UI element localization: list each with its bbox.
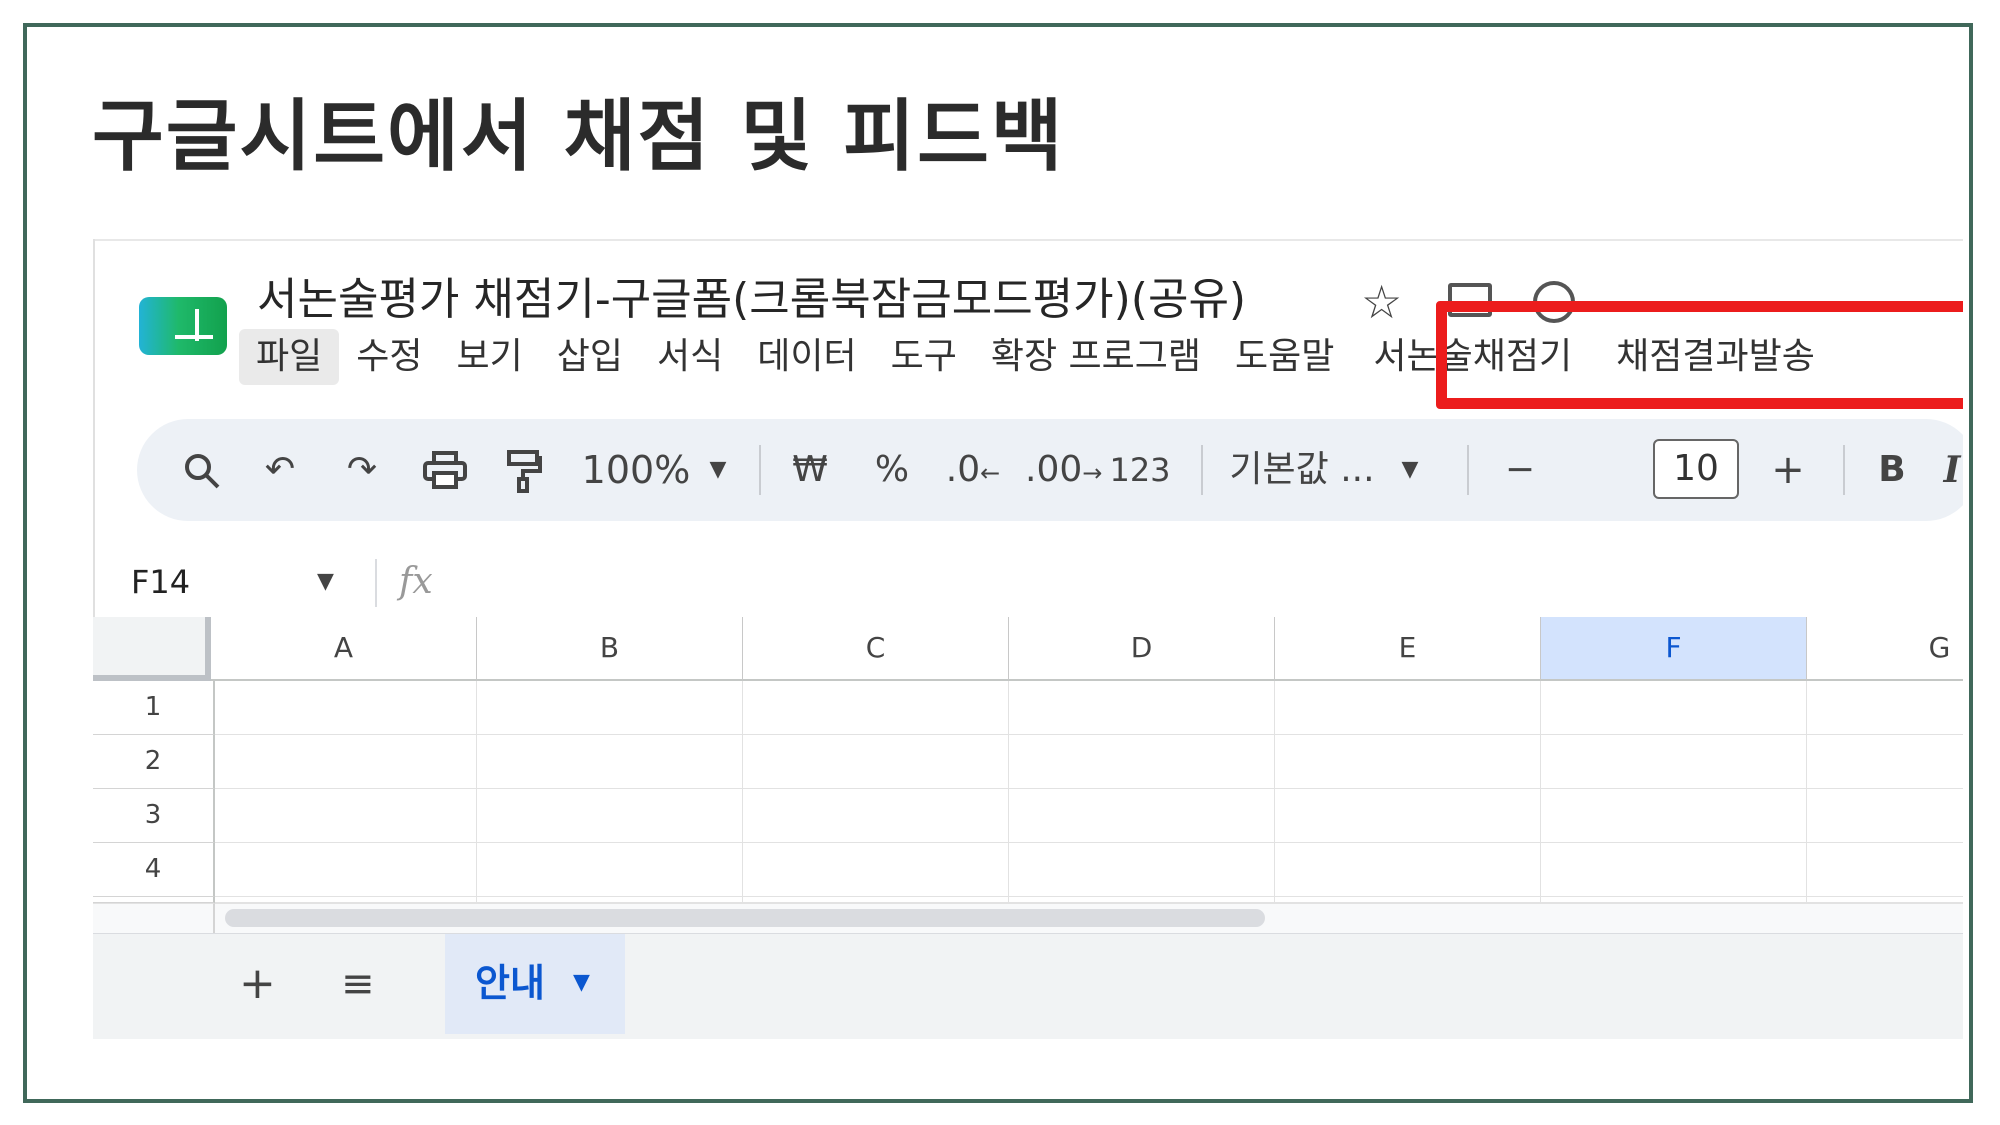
menu-format[interactable]: 서식 xyxy=(640,329,740,385)
arrow-left-icon: ← xyxy=(980,459,1001,487)
row-header-1[interactable]: 1 xyxy=(93,681,215,735)
grid-cell[interactable] xyxy=(743,681,1009,735)
grid-cell[interactable] xyxy=(1009,681,1275,735)
sheet-tab-label: 안내 xyxy=(475,961,545,1005)
grid-cell[interactable] xyxy=(1807,843,1963,897)
column-header-e[interactable]: E xyxy=(1275,617,1541,681)
grid-cell[interactable] xyxy=(215,735,477,789)
menu-data[interactable]: 데이터 xyxy=(740,329,873,385)
currency-format-button[interactable]: ₩ xyxy=(785,419,835,521)
font-size-input[interactable]: 10 xyxy=(1653,439,1739,499)
grid-cell[interactable] xyxy=(215,789,477,843)
spreadsheet-grid: A B C D E F G 1 2 3 4 xyxy=(93,617,1963,903)
sheets-screenshot: 서논술평가 채점기-구글폼(크롬북잠금모드평가)(공유) ☆ 파일 수정 보기 … xyxy=(93,239,1963,1039)
undo-icon[interactable]: ↶ xyxy=(255,419,305,521)
number-format-button[interactable]: 123 xyxy=(1107,419,1173,521)
grid-cell[interactable] xyxy=(215,681,477,735)
sheet-tab-guide[interactable]: 안내 ▼ xyxy=(445,934,625,1034)
grid-cell[interactable] xyxy=(1009,789,1275,843)
grid-cell[interactable] xyxy=(1009,735,1275,789)
row-header-4[interactable]: 4 xyxy=(93,843,215,897)
paint-format-icon[interactable] xyxy=(499,419,549,521)
select-all-corner[interactable] xyxy=(93,617,211,681)
grid-cell[interactable] xyxy=(477,735,743,789)
grid-cell[interactable] xyxy=(215,843,477,897)
increase-decimal-button[interactable]: .00→ xyxy=(1025,419,1102,521)
horizontal-scrollbar-thumb[interactable] xyxy=(225,909,1265,927)
grid-cell[interactable] xyxy=(477,843,743,897)
menu-help[interactable]: 도움말 xyxy=(1218,329,1351,385)
slide-title: 구글시트에서 채점 및 피드백 xyxy=(92,92,1065,182)
column-header-c[interactable]: C xyxy=(743,617,1009,681)
decrease-decimal-button[interactable]: .0← xyxy=(943,419,1003,521)
grid-cell[interactable] xyxy=(477,789,743,843)
highlight-box xyxy=(1436,301,1963,409)
row-header-3[interactable]: 3 xyxy=(93,789,215,843)
column-header-f[interactable]: F xyxy=(1541,617,1807,681)
fx-icon: fx xyxy=(399,561,433,602)
grid-cell[interactable] xyxy=(1275,681,1541,735)
grid-cell[interactable] xyxy=(1541,843,1807,897)
name-box[interactable]: F14 xyxy=(131,555,190,609)
slide-frame: 구글시트에서 채점 및 피드백 서논술평가 채점기-구글폼(크롬북잠금모드평가)… xyxy=(23,23,1973,1103)
grid-cell[interactable] xyxy=(477,681,743,735)
grid-cell[interactable] xyxy=(743,735,1009,789)
italic-button[interactable]: I xyxy=(1927,419,1963,521)
bold-button[interactable]: B xyxy=(1867,419,1917,521)
sheet-tab-bar: + ≡ 안내 ▼ xyxy=(93,933,1963,1039)
grid-cell[interactable] xyxy=(1807,789,1963,843)
grid-cell[interactable] xyxy=(1541,681,1807,735)
column-header-d[interactable]: D xyxy=(1009,617,1275,681)
menu-extensions[interactable]: 확장 프로그램 xyxy=(974,329,1218,385)
decrease-decimal-label: .0 xyxy=(945,449,981,490)
sheet-tab-dropdown-icon[interactable]: ▼ xyxy=(573,934,590,1032)
grid-cell[interactable] xyxy=(743,789,1009,843)
grid-cell[interactable] xyxy=(743,843,1009,897)
star-icon[interactable]: ☆ xyxy=(1361,277,1402,327)
redo-icon[interactable]: ↷ xyxy=(337,419,387,521)
column-header-g[interactable]: G xyxy=(1807,617,1963,681)
increase-decimal-label: .00 xyxy=(1025,449,1083,490)
grid-cell[interactable] xyxy=(1275,789,1541,843)
zoom-dropdown-icon[interactable]: ▼ xyxy=(703,419,733,521)
menu-file[interactable]: 파일 xyxy=(239,329,340,385)
column-header-a[interactable]: A xyxy=(211,617,477,681)
increase-font-size-button[interactable]: + xyxy=(1763,419,1813,521)
menu-view[interactable]: 보기 xyxy=(440,329,540,385)
percent-format-button[interactable]: % xyxy=(867,419,917,521)
document-title[interactable]: 서논술평가 채점기-구글폼(크롬북잠금모드평가)(공유) xyxy=(257,269,1246,331)
font-dropdown-icon[interactable]: ▼ xyxy=(1395,419,1425,521)
name-box-dropdown-icon[interactable]: ▼ xyxy=(317,555,334,609)
sheets-logo-icon[interactable] xyxy=(139,297,227,355)
arrow-right-icon: → xyxy=(1082,459,1103,487)
decrease-font-size-button[interactable]: − xyxy=(1495,419,1545,521)
search-icon[interactable] xyxy=(177,419,227,521)
menu-insert[interactable]: 삽입 xyxy=(540,329,640,385)
all-sheets-button[interactable]: ≡ xyxy=(341,934,375,1034)
menu-tools[interactable]: 도구 xyxy=(874,329,974,385)
grid-cell[interactable] xyxy=(1275,735,1541,789)
grid-cell[interactable] xyxy=(1275,843,1541,897)
zoom-value[interactable]: 100% xyxy=(581,419,691,521)
grid-cell[interactable] xyxy=(1807,681,1963,735)
column-header-b[interactable]: B xyxy=(477,617,743,681)
menu-edit[interactable]: 수정 xyxy=(339,329,439,385)
grid-cell[interactable] xyxy=(1541,789,1807,843)
grid-cell[interactable] xyxy=(1009,843,1275,897)
add-sheet-button[interactable]: + xyxy=(239,934,276,1034)
toolbar: ↶ ↷ 100% ▼ ₩ % .0← .00→ 123 기본값 ... ▼ − … xyxy=(137,419,1963,521)
grid-cell[interactable] xyxy=(1807,735,1963,789)
print-icon[interactable] xyxy=(417,419,473,521)
font-selector[interactable]: 기본값 ... xyxy=(1227,419,1377,521)
grid-cell[interactable] xyxy=(1541,735,1807,789)
row-header-2[interactable]: 2 xyxy=(93,735,215,789)
